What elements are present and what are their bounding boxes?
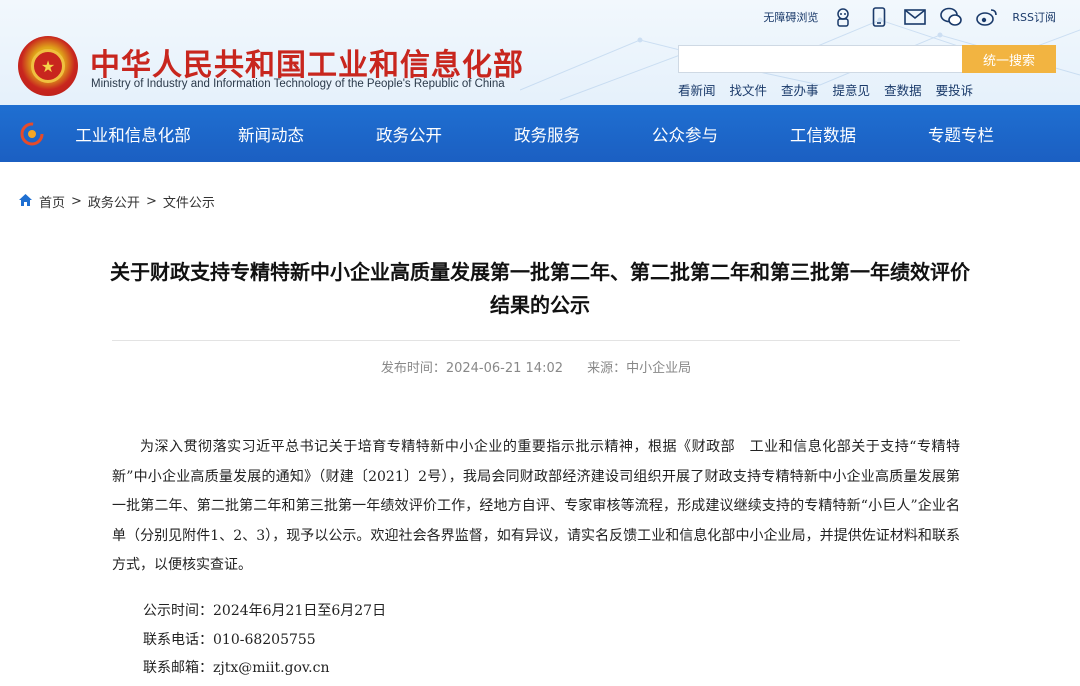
nav-item-news[interactable]: 新闻动态 [202,122,340,146]
mail-icon[interactable] [904,6,927,28]
quick-link-services[interactable]: 查办事 [781,80,819,99]
home-icon[interactable] [18,193,33,211]
top-links: 无障碍浏览 RSS订阅 [763,6,1056,28]
nav-logo-icon[interactable] [0,105,64,162]
breadcrumb-gov-affairs[interactable]: 政务公开 [88,192,140,211]
rss-link[interactable]: RSS订阅 [1012,9,1056,25]
breadcrumb-separator: > [71,194,82,209]
mobile-icon[interactable] [868,6,890,28]
quick-link-data[interactable]: 查数据 [884,80,922,99]
search-button[interactable]: 统一搜索 [962,45,1056,73]
accessibility-link[interactable]: 无障碍浏览 [763,9,818,25]
article-body-paragraph: 为深入贯彻落实习近平总书记关于培育专精特新中小企业的重要指示批示精神，根据《财政… [112,439,960,573]
quick-link-complaint[interactable]: 要投诉 [936,80,974,99]
article-source: 来源：中小企业局 [587,361,692,376]
contact-phone: 联系电话：010-68205755 [143,632,316,648]
article-meta: 发布时间：2024-06-21 14:02 来源：中小企业局 [112,357,960,376]
robot-assistant-icon[interactable] [832,6,854,28]
breadcrumb-separator: > [145,194,157,209]
site-subtitle: Ministry of Industry and Information Tec… [91,78,505,90]
site-header: ★ 中华人民共和国工业和信息化部 Ministry of Industry an… [0,0,1080,162]
nav-item-gov-affairs[interactable]: 政务公开 [340,122,478,146]
quick-link-files[interactable]: 找文件 [730,80,768,99]
weibo-icon[interactable] [976,6,998,28]
notice-period: 公示时间：2024年6月21日至6月27日 [143,603,387,619]
contact-email: 联系邮箱：zjtx@miit.gov.cn [143,660,330,676]
quick-link-news[interactable]: 看新闻 [678,80,716,99]
title-divider [112,340,960,341]
nav-item-ministry[interactable]: 工业和信息化部 [64,122,202,146]
wechat-icon[interactable] [940,6,963,28]
quick-link-feedback[interactable]: 提意见 [833,80,871,99]
nav-item-topics[interactable]: 专题专栏 [892,122,1030,146]
nav-item-gov-services[interactable]: 政务服务 [478,122,616,146]
search-input[interactable] [678,45,962,73]
national-emblem-logo[interactable]: ★ [18,36,78,96]
emblem-star-icon: ★ [31,49,65,83]
main-nav: 工业和信息化部 新闻动态 政务公开 政务服务 公众参与 工信数据 专题专栏 [0,105,1080,162]
nav-item-data[interactable]: 工信数据 [754,122,892,146]
quick-links: 看新闻 找文件 查办事 提意见 查数据 要投诉 [678,80,973,99]
breadcrumb: 首页 > 政务公开 > 文件公示 [18,192,215,211]
nav-item-public-participation[interactable]: 公众参与 [616,122,754,146]
article-title: 关于财政支持专精特新中小企业高质量发展第一批第二年、第二批第二年和第三批第一年绩… [110,260,970,317]
breadcrumb-home[interactable]: 首页 [39,192,65,211]
publish-time: 发布时间：2024-06-21 14:02 [380,361,563,376]
breadcrumb-file-notice[interactable]: 文件公示 [163,192,215,211]
